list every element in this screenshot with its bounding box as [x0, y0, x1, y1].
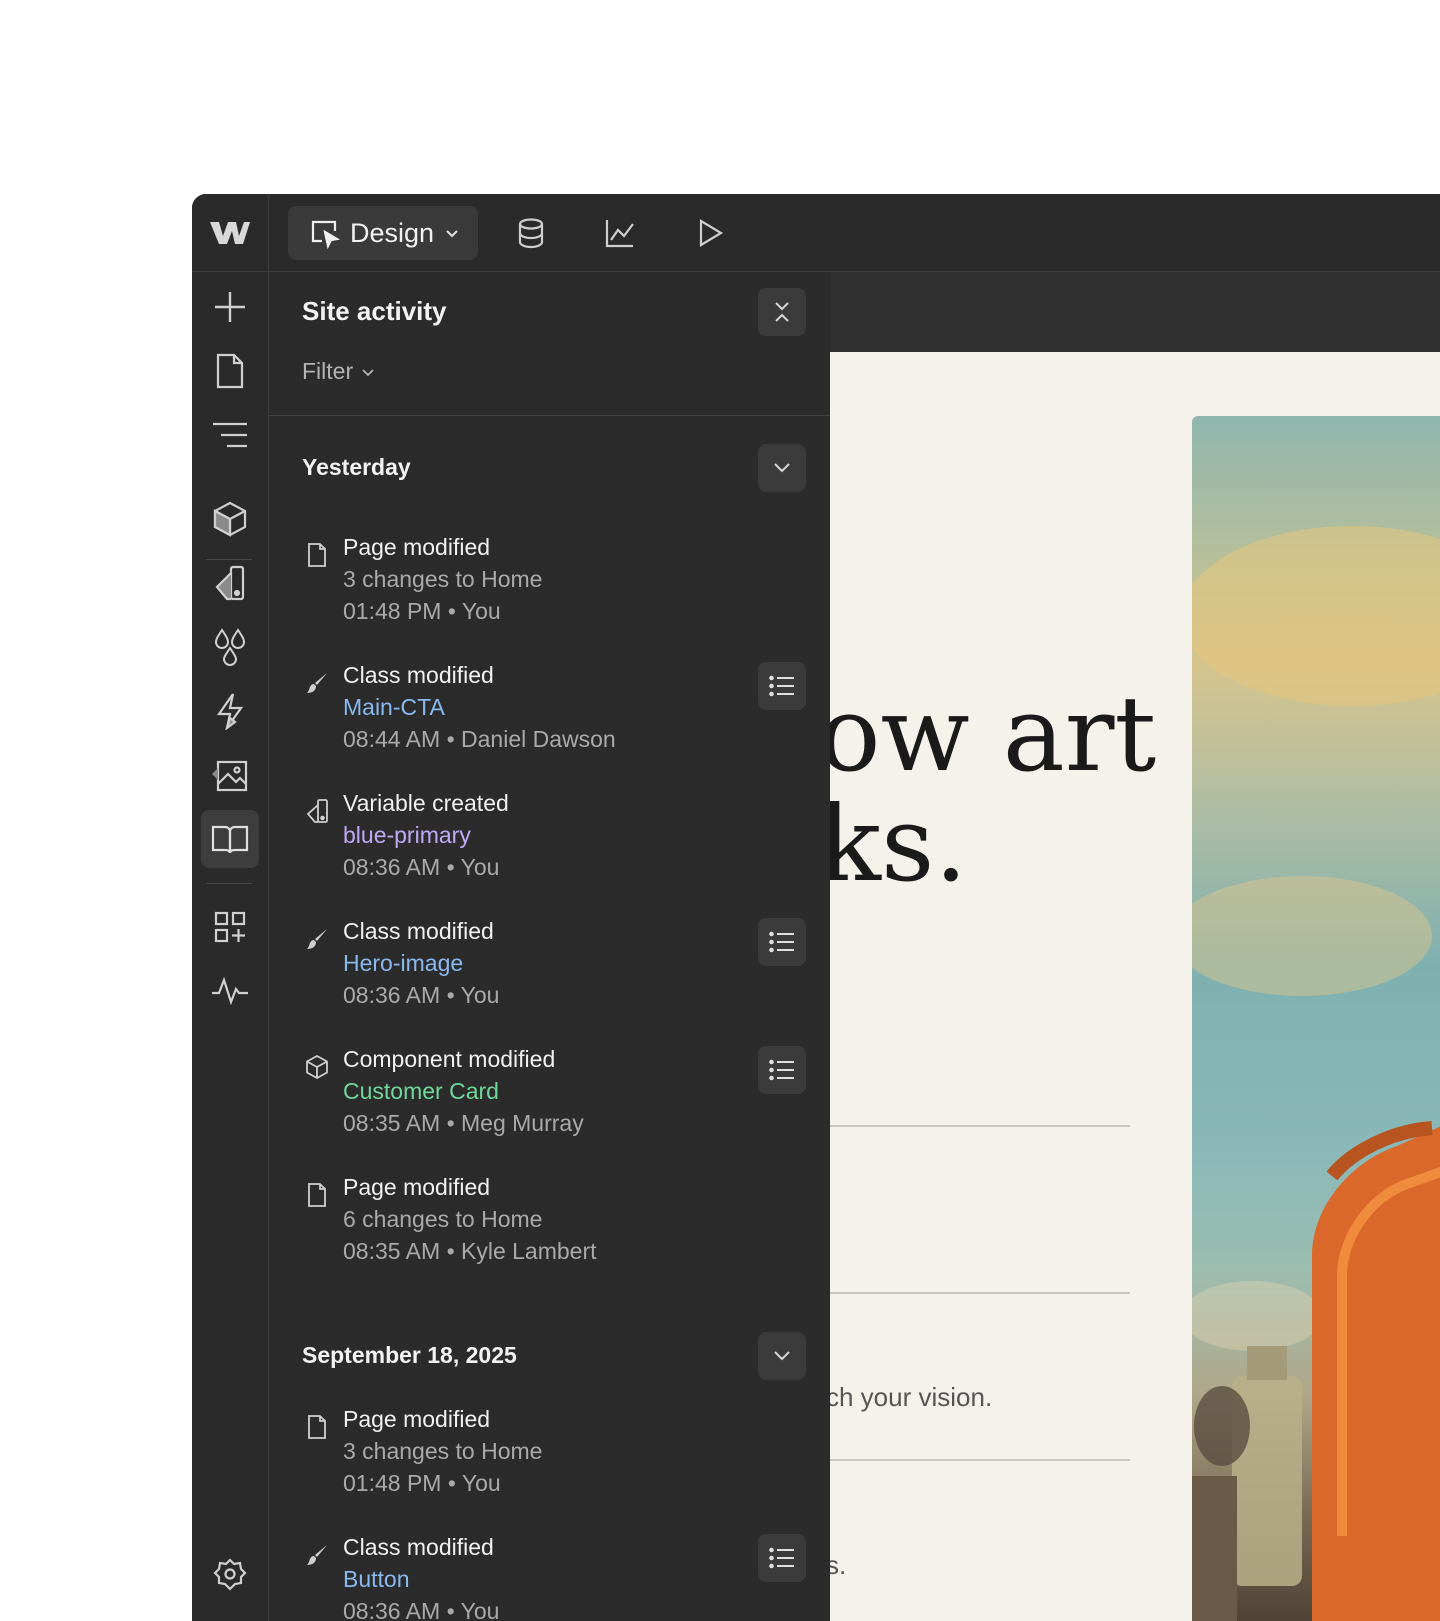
- hero-heading-line: ks.: [830, 783, 968, 905]
- entry-title: Page modified: [343, 1174, 491, 1200]
- activity-entry[interactable]: Class modified Button 08:36 AM • You: [269, 1534, 830, 1621]
- collapse-group-button[interactable]: [758, 1332, 806, 1380]
- group-heading-date: September 18, 2025: [302, 1342, 517, 1368]
- add-elements-icon[interactable]: [201, 278, 259, 336]
- list-details-button[interactable]: [758, 918, 806, 966]
- entry-title: Page modified: [343, 1406, 491, 1432]
- entry-subtitle: Customer Card: [343, 1078, 499, 1104]
- variable-icon: [304, 798, 330, 824]
- activity-entry[interactable]: Page modified 3 changes to Home 01:48 PM…: [269, 534, 830, 644]
- left-icon-rail: [192, 272, 269, 1621]
- collapse-group-button[interactable]: [758, 444, 806, 492]
- entry-meta: 08:44 AM • Daniel Dawson: [343, 726, 616, 752]
- panel-title: Site activity: [302, 296, 447, 326]
- entry-subtitle: Button: [343, 1566, 410, 1592]
- design-mode-dropdown[interactable]: Design: [288, 206, 478, 260]
- webflow-logo-icon[interactable]: [192, 194, 269, 271]
- entry-subtitle: 3 changes to Home: [343, 1438, 543, 1464]
- entry-title: Component modified: [343, 1046, 556, 1072]
- interactions-bolt-icon[interactable]: [201, 682, 259, 740]
- entry-title: Page modified: [343, 534, 491, 560]
- page-icon: [304, 1414, 330, 1440]
- brush-icon: [304, 1542, 330, 1568]
- page-icon: [304, 542, 330, 568]
- design-canvas[interactable]: ow art ks. ch your vision. s.: [830, 352, 1440, 1621]
- activity-entry[interactable]: Page modified 3 changes to Home 01:48 PM…: [269, 1406, 830, 1516]
- filter-label: Filter: [302, 358, 354, 384]
- entry-title: Class modified: [343, 1534, 494, 1560]
- page-icon: [304, 1182, 330, 1208]
- mode-label: Design: [350, 217, 435, 248]
- pages-icon[interactable]: [201, 342, 259, 400]
- list-details-button[interactable]: [758, 1534, 806, 1582]
- close-panel-button[interactable]: [758, 288, 806, 336]
- chevron-down-icon: [444, 225, 460, 241]
- canvas-toolbar: [830, 272, 1440, 352]
- component-icon: [304, 1054, 330, 1080]
- components-icon[interactable]: [201, 490, 259, 548]
- entry-subtitle: Hero-image: [343, 950, 464, 976]
- entry-title: Variable created: [343, 790, 509, 816]
- navigator-icon[interactable]: [201, 406, 259, 464]
- analytics-chart-icon[interactable]: [601, 214, 639, 252]
- divider: [830, 1125, 1130, 1127]
- entry-meta: 08:36 AM • You: [343, 1598, 500, 1621]
- entry-title: Class modified: [343, 662, 494, 688]
- entry-subtitle: blue-primary: [343, 822, 471, 848]
- activity-entry[interactable]: Variable created blue-primary 08:36 AM •…: [269, 790, 830, 900]
- entry-meta: 08:36 AM • You: [343, 854, 500, 880]
- color-drops-icon[interactable]: [201, 618, 259, 676]
- settings-gear-icon[interactable]: [201, 1546, 259, 1604]
- cursor-select-icon: [308, 217, 340, 249]
- filter-dropdown[interactable]: Filter: [302, 358, 375, 385]
- activity-entry[interactable]: Class modified Hero-image 08:36 AM • You: [269, 918, 830, 1028]
- entry-meta: 08:35 AM • Kyle Lambert: [343, 1238, 597, 1264]
- site-activity-panel: Site activity Filter Yesterday Page modi…: [269, 272, 830, 1621]
- entry-subtitle: 3 changes to Home: [343, 566, 543, 592]
- activity-entry[interactable]: Class modified Main-CTA 08:44 AM • Danie…: [269, 662, 830, 772]
- entry-meta: 01:48 PM • You: [343, 598, 501, 624]
- group-heading-yesterday: Yesterday: [302, 454, 411, 480]
- list-details-button[interactable]: [758, 662, 806, 710]
- library-book-icon[interactable]: [201, 810, 259, 868]
- preview-play-icon[interactable]: [691, 214, 729, 252]
- divider: [830, 1459, 1130, 1461]
- activity-entry[interactable]: Component modified Customer Card 08:35 A…: [269, 1046, 830, 1156]
- entry-subtitle: Main-CTA: [343, 694, 445, 720]
- body-text: s.: [830, 1550, 847, 1580]
- entry-meta: 08:35 AM • Meg Murray: [343, 1110, 584, 1136]
- list-details-button[interactable]: [758, 1046, 806, 1094]
- cms-database-icon[interactable]: [512, 214, 550, 252]
- hero-image: [1192, 416, 1440, 1621]
- body-text: ch your vision.: [830, 1382, 993, 1412]
- divider: [830, 1292, 1130, 1294]
- top-toolbar: Design: [192, 194, 1440, 272]
- brush-icon: [304, 670, 330, 696]
- webflow-designer-window: Design Site activity Filter Yesterday Pa…: [192, 194, 1440, 1621]
- chevron-down-icon: [361, 365, 375, 379]
- entry-subtitle: 6 changes to Home: [343, 1206, 543, 1232]
- activity-entry[interactable]: Page modified 6 changes to Home 08:35 AM…: [269, 1174, 830, 1284]
- entry-meta: 08:36 AM • You: [343, 982, 500, 1008]
- activity-pulse-icon[interactable]: [201, 962, 259, 1020]
- assets-image-icon[interactable]: [201, 746, 259, 804]
- variables-icon[interactable]: [201, 554, 259, 612]
- entry-title: Class modified: [343, 918, 494, 944]
- hero-heading-line: ow art: [830, 673, 1157, 795]
- apps-grid-icon[interactable]: [201, 898, 259, 956]
- entry-meta: 01:48 PM • You: [343, 1470, 501, 1496]
- brush-icon: [304, 926, 330, 952]
